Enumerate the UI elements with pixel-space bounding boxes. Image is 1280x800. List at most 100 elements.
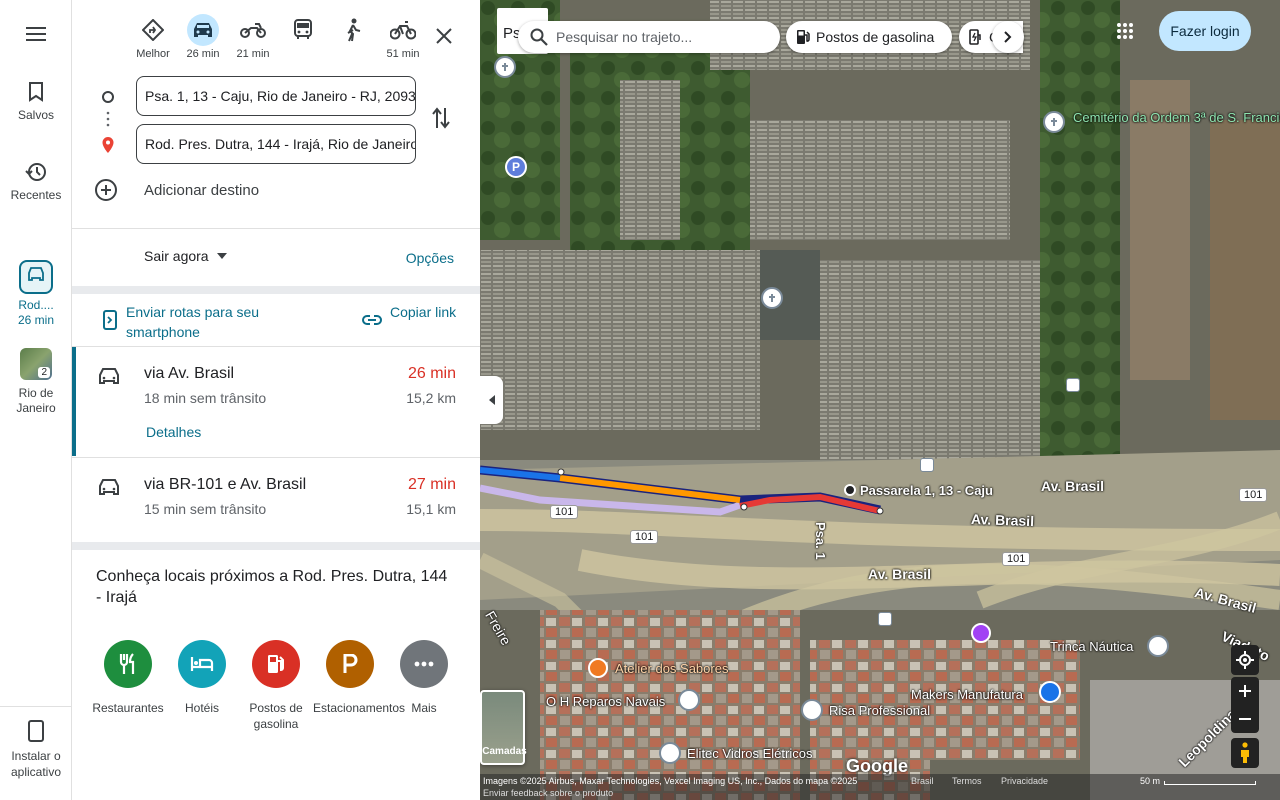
trinca-label: Trinca Náutica (1050, 639, 1134, 654)
parking-icon (326, 640, 374, 688)
shopping-pin-icon[interactable] (1039, 681, 1061, 703)
dropdown-arrow-icon (216, 253, 227, 259)
country-link[interactable]: Brasil (911, 776, 934, 786)
location-target-icon (1236, 651, 1254, 669)
section-divider (72, 542, 480, 550)
destination-input[interactable]: Rod. Pres. Dutra, 144 - Irajá, Rio de Ja… (136, 124, 416, 164)
activity-pin-icon[interactable] (971, 623, 991, 643)
directions-panel: Melhor 26 min 21 min 51 min Psa. 1, 13 -… (72, 0, 480, 800)
route-shield-101: 101 (1239, 488, 1268, 502)
route-search-placeholder: Pesquisar no trajeto... (556, 29, 693, 45)
restaurant-pin-icon[interactable] (588, 658, 608, 678)
mode-motorcycle[interactable]: 21 min (228, 14, 278, 62)
chip-gas-label: Postos de gasolina (816, 29, 935, 45)
makers-label: Makers Manufatura (911, 687, 1023, 702)
place-pin-icon[interactable] (1147, 635, 1169, 657)
parking-marker[interactable]: P (505, 156, 527, 178)
zoom-in-button[interactable] (1231, 677, 1259, 705)
bus-stop-icon[interactable] (920, 458, 934, 472)
link-icon (362, 315, 382, 325)
reparos-label: O H Reparos Navais (546, 694, 666, 709)
route-search-input[interactable]: Pesquisar no trajeto... (518, 21, 780, 53)
saved-label: Salvos (17, 108, 55, 122)
swap-button[interactable] (430, 106, 452, 135)
mode-transit[interactable] (278, 14, 328, 62)
add-destination-label: Adicionar destino (144, 181, 260, 199)
diamond-turn-icon (142, 19, 164, 41)
place-pin-icon[interactable] (678, 689, 700, 711)
chip-gas-stations[interactable]: Postos de gasolina (786, 21, 952, 53)
category-more[interactable]: Mais (387, 640, 461, 716)
nearby-title: Conheça locais próximos a Rod. Pres. Dut… (96, 568, 448, 606)
menu-button[interactable] (0, 26, 72, 48)
travel-modes: Melhor 26 min 21 min 51 min (128, 14, 428, 62)
category-hotels[interactable]: Hotéis (165, 640, 239, 716)
mode-car[interactable]: 26 min (178, 14, 228, 62)
route-details-link[interactable]: Detalhes (146, 424, 201, 440)
bed-icon (178, 640, 226, 688)
mode-bike[interactable]: 51 min (378, 14, 428, 62)
login-button[interactable]: Fazer login (1159, 11, 1251, 51)
bus-stop-icon[interactable] (878, 612, 892, 626)
route-subtext: 18 min sem trânsito (144, 390, 267, 406)
chevron-right-icon (1004, 31, 1012, 43)
install-app-button[interactable]: Instalar o aplicativo (0, 720, 72, 780)
scale-label: 50 m (1140, 776, 1161, 786)
saved-button[interactable]: Salvos (0, 82, 72, 122)
av-brasil-label: Av. Brasil (1041, 478, 1105, 494)
feedback-link[interactable]: Enviar feedback sobre o produto (483, 788, 613, 798)
origin-input[interactable]: Psa. 1, 13 - Caju, Rio de Janeiro - RJ, … (136, 76, 416, 116)
rio-button[interactable]: 2 Rio de Janeiro (0, 348, 72, 416)
more-icon (400, 640, 448, 688)
depart-time-dropdown[interactable]: Sair agora (144, 248, 227, 264)
phone-icon (28, 720, 44, 742)
close-directions-button[interactable] (428, 20, 460, 52)
swap-icon (432, 107, 450, 129)
cemetery-pin-icon[interactable] (761, 287, 783, 309)
passarela-label: Passarela 1, 13 - Caju (860, 483, 993, 498)
send-to-phone-icon (103, 310, 117, 330)
options-button[interactable]: Opções (406, 250, 454, 266)
zoom-out-button[interactable] (1231, 705, 1259, 733)
recent-button[interactable]: Recentes (0, 162, 72, 202)
map-canvas[interactable]: Ps Pesquisar no trajeto... Postos de gas… (480, 0, 1280, 800)
route-distance: 15,1 km (406, 501, 456, 517)
route-shield-101: 101 (630, 530, 659, 544)
place-pin-icon[interactable] (659, 742, 681, 764)
fuel-icon (252, 640, 300, 688)
category-gas-stations[interactable]: Postos de gasolina (239, 640, 313, 732)
category-restaurants[interactable]: Restaurantes (91, 640, 165, 716)
cemetery-pin-icon[interactable] (494, 56, 516, 78)
add-circle-icon (95, 179, 117, 201)
layers-button[interactable]: Camadas (480, 690, 527, 765)
search-icon (530, 28, 548, 46)
route-shield-101: 101 (1002, 552, 1031, 566)
chips-next-button[interactable] (992, 21, 1024, 53)
mode-best[interactable]: Melhor (128, 14, 178, 62)
category-parking[interactable]: Estacionamentos (313, 640, 405, 716)
fuel-icon (797, 30, 810, 44)
route-option-1[interactable]: via Av. Brasil 18 min sem trânsito 26 mi… (72, 347, 480, 457)
active-route-button[interactable]: Rod.... 26 min (0, 260, 72, 328)
apps-grid-button[interactable] (1116, 22, 1134, 45)
collapse-panel-button[interactable] (480, 376, 503, 424)
route-option-2[interactable]: via BR-101 e Av. Brasil 15 min sem trâns… (72, 458, 480, 542)
av-brasil-label: Av. Brasil (970, 510, 1035, 530)
send-to-phone-button[interactable]: Enviar rotas para seu smartphone (102, 302, 292, 342)
car-icon (19, 260, 53, 294)
left-rail: Salvos Recentes Rod.... 26 min 2 Rio de … (0, 0, 72, 800)
bookmark-icon (29, 82, 43, 102)
terms-link[interactable]: Termos (952, 776, 982, 786)
car-icon (194, 23, 212, 37)
mode-walk[interactable] (328, 14, 378, 62)
elitec-label: Elitec Vidros Elétricos (687, 746, 813, 761)
cemetery-pin-icon[interactable] (1043, 111, 1065, 133)
place-pin-icon[interactable] (801, 699, 823, 721)
copy-link-button[interactable]: Copiar link (362, 302, 462, 326)
street-view-pegman[interactable] (1231, 738, 1259, 768)
privacy-link[interactable]: Privacidade (1001, 776, 1048, 786)
pegman-icon (1241, 742, 1249, 763)
bus-stop-icon[interactable] (1066, 378, 1080, 392)
my-location-button[interactable] (1231, 645, 1259, 675)
add-destination-button[interactable]: Adicionar destino (94, 178, 259, 202)
